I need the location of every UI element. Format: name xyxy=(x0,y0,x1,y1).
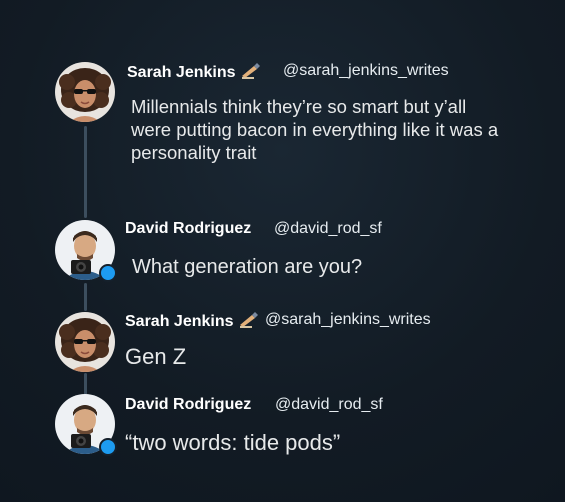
tweet[interactable]: David Rodriguez @david_rod_sf “two words… xyxy=(0,0,565,470)
status-badge xyxy=(99,438,117,456)
user-handle[interactable]: @david_rod_sf xyxy=(275,396,383,414)
tweet-text: “two words: tide pods” xyxy=(125,430,341,455)
display-name[interactable]: David Rodriguez xyxy=(125,396,251,414)
